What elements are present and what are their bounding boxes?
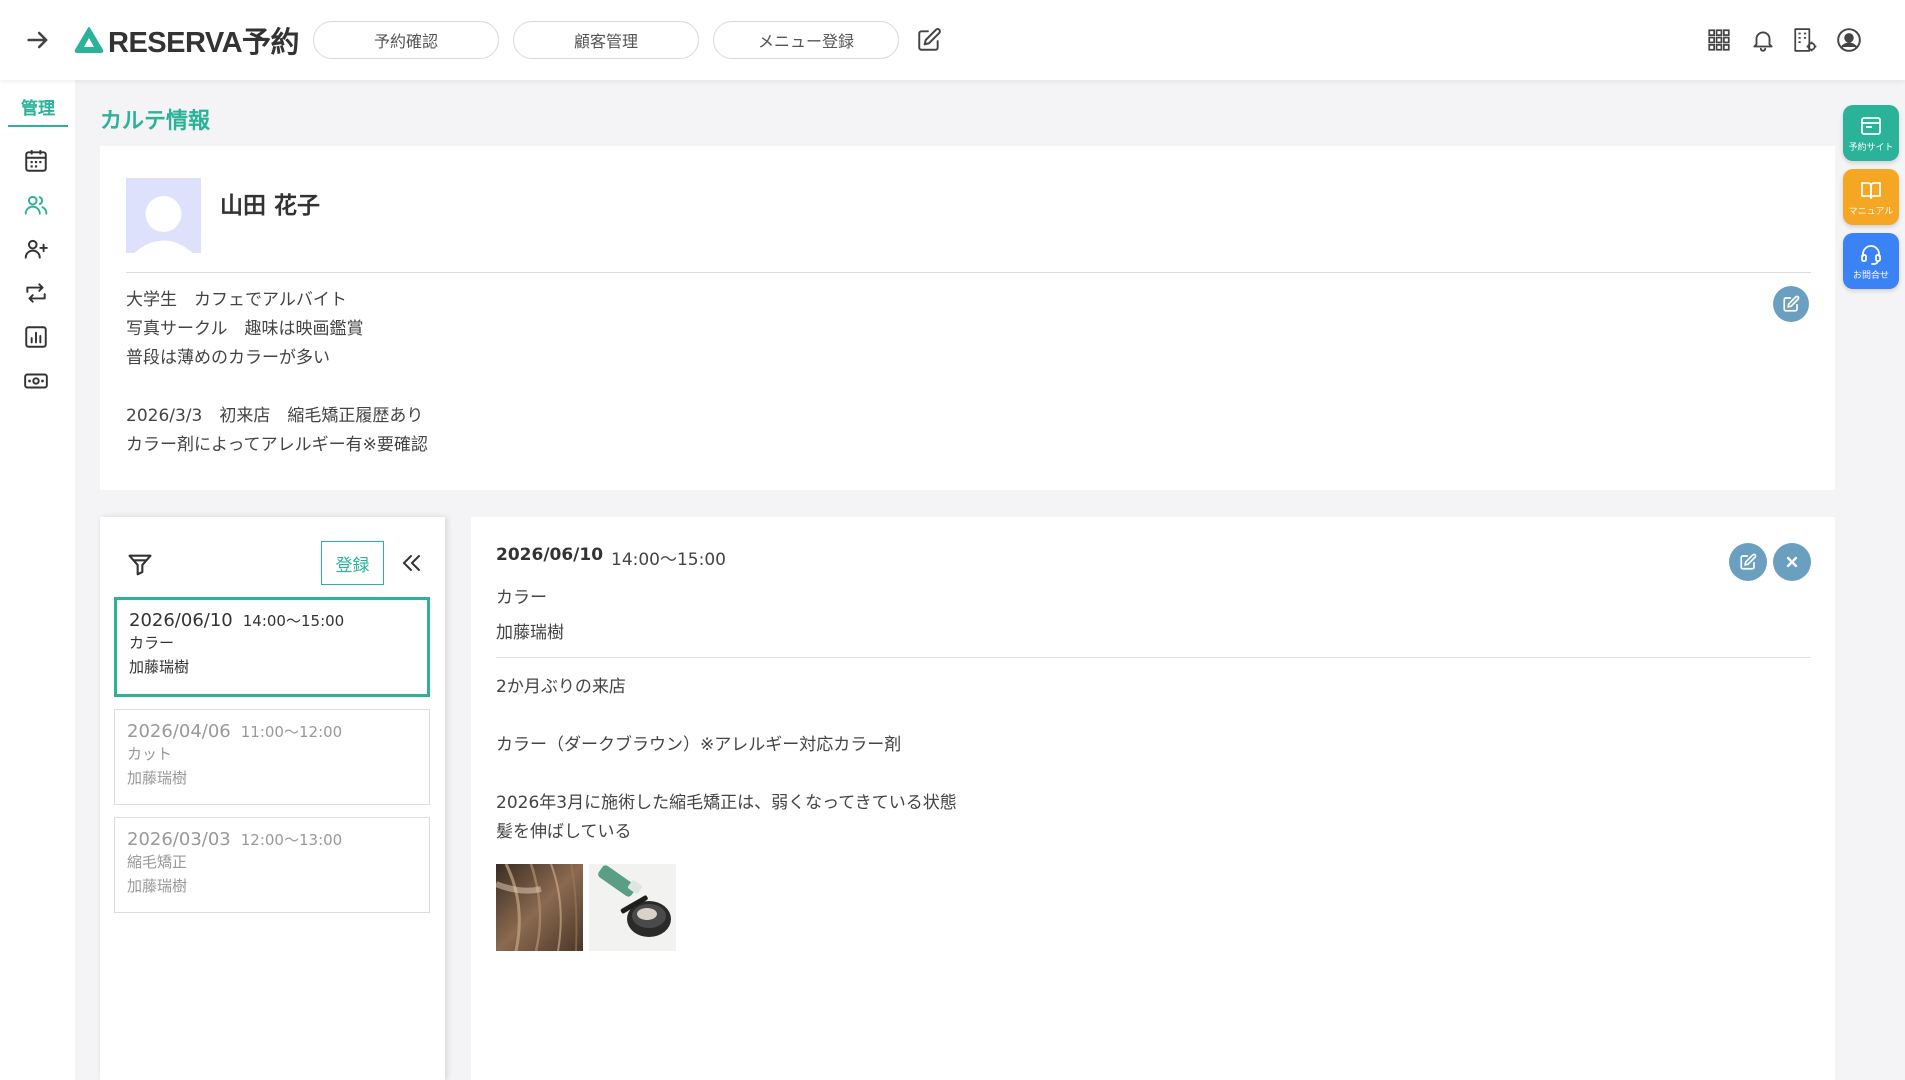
arrow-right-icon[interactable] [24, 26, 52, 54]
history-menu: カラー [129, 634, 175, 652]
detail-date: 2026/06/10 [496, 545, 604, 565]
avatar [126, 178, 201, 253]
edit-icon [1783, 295, 1800, 312]
customer-notes: 大学生 カフェでアルバイト 写真サークル 趣味は映画鑑賞 普段は薄めのカラーが多… [126, 286, 428, 460]
history-staff: 加藤瑞樹 [129, 658, 190, 676]
edit-profile-button[interactable] [1773, 286, 1809, 322]
detail-staff: 加藤瑞樹 [496, 623, 564, 643]
register-button[interactable]: 登録 [321, 541, 384, 585]
bell-icon[interactable] [1750, 27, 1776, 53]
detail-time: 14:00〜15:00 [611, 550, 726, 570]
history-item[interactable]: 2026/04/06 11:00〜12:00 カット 加藤瑞樹 [114, 709, 430, 805]
delete-visit-button[interactable] [1773, 543, 1811, 581]
contact-button[interactable]: お問合せ [1843, 233, 1899, 289]
history-date: 2026/06/10 [129, 610, 233, 631]
color-tools-photo-image [589, 864, 676, 951]
manual-label: マニュアル [1848, 206, 1894, 217]
history-staff: 加藤瑞樹 [127, 877, 188, 895]
filter-icon[interactable] [126, 551, 154, 579]
contact-label: お問合せ [1852, 270, 1889, 281]
user-add-icon[interactable] [23, 236, 49, 262]
users-icon[interactable] [23, 192, 49, 218]
customer-name: 山田 花子 [220, 193, 321, 219]
nav-reservation-check-button[interactable]: 予約確認 [313, 21, 499, 59]
logo-mark-icon [74, 27, 104, 53]
sidebar-title[interactable]: 管理 [8, 94, 68, 127]
photo-thumbnail-color-tools[interactable] [589, 864, 676, 951]
visit-note-line: 髪を伸ばしている [496, 822, 632, 842]
bar-chart-icon[interactable] [23, 324, 49, 350]
repeat-icon[interactable] [23, 280, 49, 306]
manual-button[interactable]: マニュアル [1843, 169, 1899, 225]
visit-note-line [496, 702, 957, 731]
visit-notes: 2か月ぶりの来店 カラー（ダークブラウン）※アレルギー対応カラー剤 2026年3… [496, 673, 957, 847]
detail-menu: カラー [496, 588, 547, 608]
page-title: カルテ情報 [100, 109, 211, 134]
left-sidebar: 管理 [0, 80, 75, 1080]
headset-icon [1861, 244, 1881, 265]
hair-photo-image [496, 864, 583, 951]
edit-icon [1740, 553, 1757, 570]
apps-grid-icon[interactable] [1706, 27, 1732, 53]
money-icon[interactable] [23, 368, 49, 394]
close-icon [1786, 556, 1798, 568]
nav-customer-management-button[interactable]: 顧客管理 [513, 21, 699, 59]
visit-note-line: 2026年3月に施術した縮毛矯正は、弱くなってきている状態 [496, 793, 957, 813]
avatar-placeholder-icon [134, 196, 193, 253]
customer-note-line: 2026/3/3 初来店 縮毛矯正履歴あり [126, 406, 424, 426]
visit-note-line [496, 760, 957, 789]
edit-visit-button[interactable] [1729, 543, 1767, 581]
calendar-icon[interactable] [23, 148, 49, 174]
top-header: RESERVA予約 予約確認 顧客管理 メニュー登録 [0, 0, 1905, 80]
history-time: 12:00〜13:00 [240, 831, 343, 849]
photo-thumbnail-hair[interactable] [496, 864, 583, 951]
logo-text: RESERVA予約 [108, 27, 300, 59]
visit-note-line: カラー（ダークブラウン）※アレルギー対応カラー剤 [496, 735, 902, 755]
customer-note-line: 大学生 カフェでアルバイト [126, 290, 347, 310]
browser-window-icon [1861, 116, 1881, 135]
detail-divider [496, 657, 1810, 658]
app-logo[interactable]: RESERVA予約 [74, 22, 300, 59]
edit-square-icon[interactable] [916, 27, 942, 53]
visit-detail-panel: 2026/06/10 14:00〜15:00 カラー 加藤瑞樹 2か月ぶりの来店… [471, 517, 1835, 1080]
history-time: 11:00〜12:00 [240, 723, 343, 741]
history-time: 14:00〜15:00 [242, 612, 345, 630]
customer-note-line [126, 373, 428, 402]
booking-site-button[interactable]: 予約サイト [1843, 105, 1899, 161]
chevrons-left-icon[interactable] [400, 551, 424, 575]
customer-note-line: カラー剤によってアレルギー有※要確認 [126, 435, 428, 455]
profile-divider [126, 272, 1811, 273]
history-item[interactable]: 2026/03/03 12:00〜13:00 縮毛矯正 加藤瑞樹 [114, 817, 430, 913]
nav-menu-registration-button[interactable]: メニュー登録 [713, 21, 899, 59]
history-date: 2026/03/03 [127, 829, 231, 850]
history-item[interactable]: 2026/06/10 14:00〜15:00 カラー 加藤瑞樹 [114, 597, 430, 697]
visit-history-panel: 登録 2026/06/10 14:00〜15:00 カラー 加藤瑞樹 2026/0… [100, 517, 445, 1080]
visit-note-line: 2か月ぶりの来店 [496, 677, 626, 697]
history-menu: 縮毛矯正 [127, 853, 188, 871]
booking-site-label: 予約サイト [1848, 142, 1894, 153]
history-menu: カット [127, 745, 173, 763]
history-staff: 加藤瑞樹 [127, 769, 188, 787]
history-date: 2026/04/06 [127, 721, 231, 742]
user-account-icon[interactable] [1836, 27, 1862, 53]
customer-note-line: 普段は薄めのカラーが多い [126, 348, 330, 368]
customer-profile-card: 山田 花子 大学生 カフェでアルバイト 写真サークル 趣味は映画鑑賞 普段は薄め… [100, 146, 1835, 490]
book-icon [1861, 181, 1881, 199]
customer-note-line: 写真サークル 趣味は映画鑑賞 [126, 319, 364, 339]
building-settings-icon[interactable] [1792, 27, 1818, 53]
